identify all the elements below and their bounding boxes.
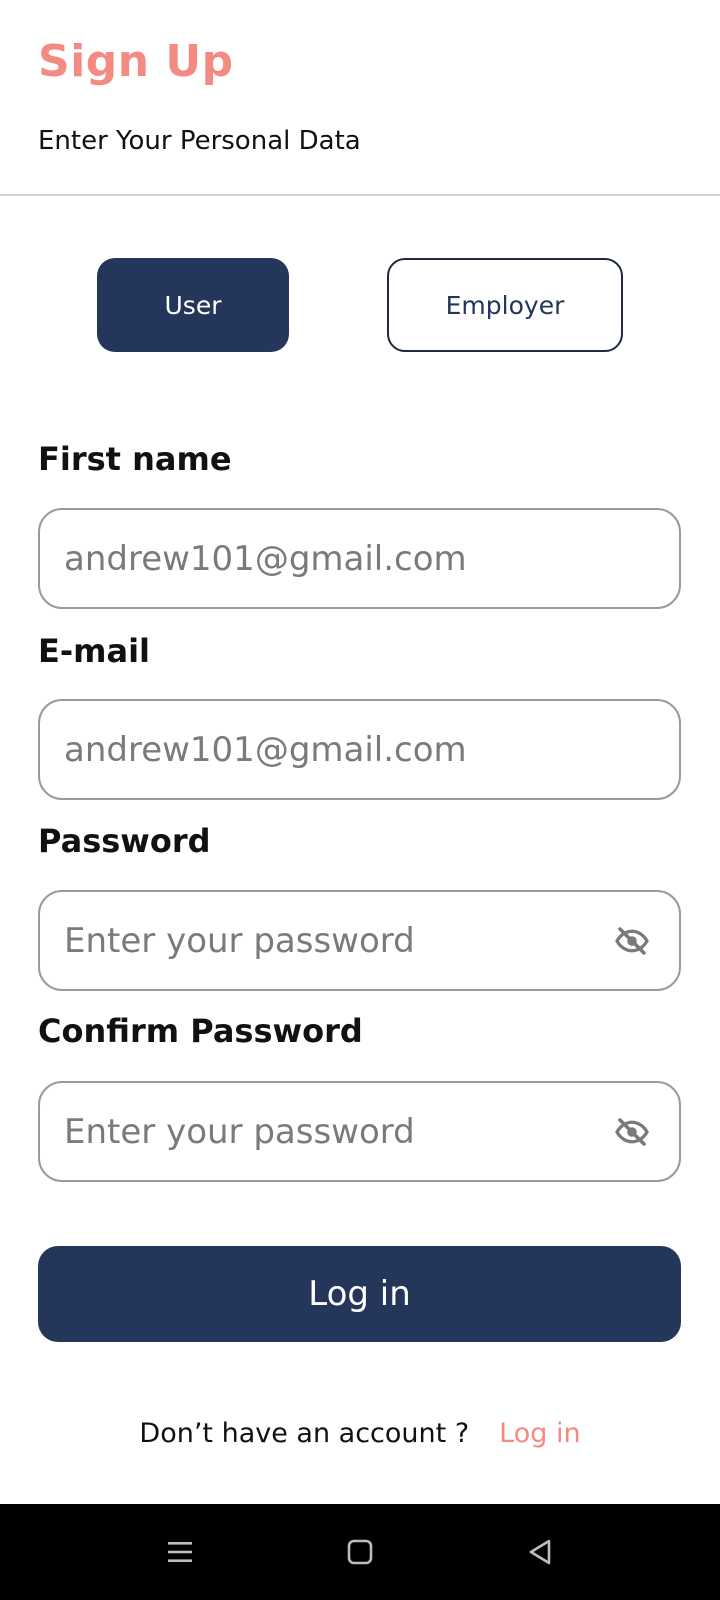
signup-footer: Don’t have an account ? Log in (0, 1418, 720, 1449)
menu-icon[interactable] (160, 1532, 200, 1572)
password-field[interactable]: Enter your password (38, 890, 681, 991)
role-user-button[interactable]: User (97, 258, 289, 352)
email-field[interactable]: andrew101@gmail.com (38, 699, 681, 800)
eye-off-icon[interactable] (613, 922, 651, 960)
page-subtitle: Enter Your Personal Data (38, 126, 361, 156)
back-icon[interactable] (520, 1532, 560, 1572)
home-icon[interactable] (340, 1532, 380, 1572)
first-name-placeholder: andrew101@gmail.com (64, 538, 467, 579)
confirm-password-placeholder: Enter your password (64, 1111, 415, 1152)
first-name-label: First name (38, 440, 232, 478)
password-placeholder: Enter your password (64, 920, 415, 961)
eye-off-icon[interactable] (613, 1113, 651, 1151)
confirm-password-field[interactable]: Enter your password (38, 1081, 681, 1182)
login-link[interactable]: Log in (499, 1418, 580, 1449)
no-account-prompt: Don’t have an account ? (139, 1418, 470, 1449)
system-nav-bar (0, 1504, 720, 1600)
signup-screen: Sign Up Enter Your Personal Data User Em… (0, 0, 720, 1600)
role-employer-button[interactable]: Employer (387, 258, 623, 352)
first-name-field[interactable]: andrew101@gmail.com (38, 508, 681, 609)
page-title: Sign Up (38, 36, 234, 87)
header-divider (0, 194, 720, 196)
email-placeholder: andrew101@gmail.com (64, 729, 467, 770)
email-label: E-mail (38, 632, 151, 670)
confirm-password-label: Confirm Password (38, 1012, 363, 1050)
password-label: Password (38, 822, 211, 860)
login-button[interactable]: Log in (38, 1246, 681, 1342)
